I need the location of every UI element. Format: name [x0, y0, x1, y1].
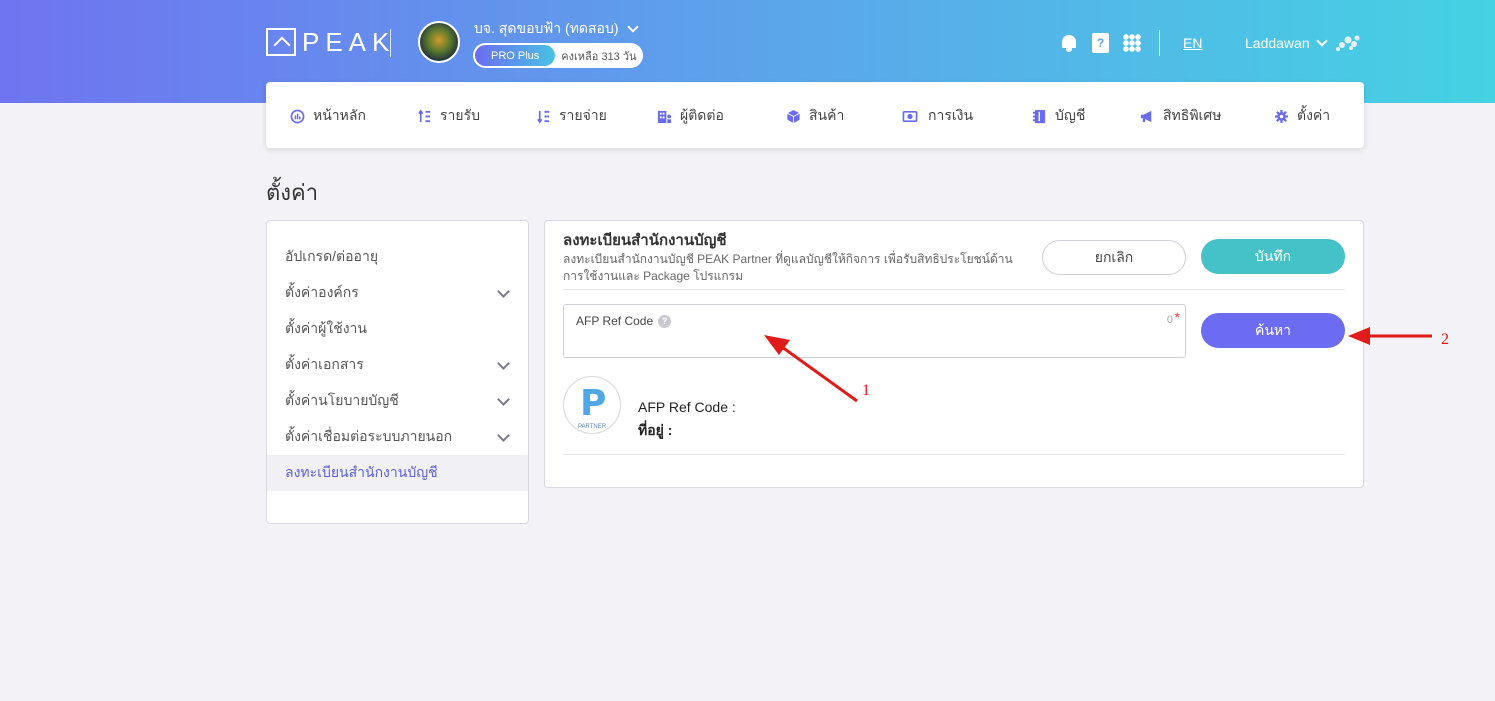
- annotation-arrow-1: [764, 335, 858, 403]
- annotation-label-1: 1: [862, 382, 870, 399]
- annotation-label-2: 2: [1441, 331, 1449, 348]
- annotation-layer: [764, 327, 1432, 403]
- annotation-arrow-2: [1348, 327, 1432, 345]
